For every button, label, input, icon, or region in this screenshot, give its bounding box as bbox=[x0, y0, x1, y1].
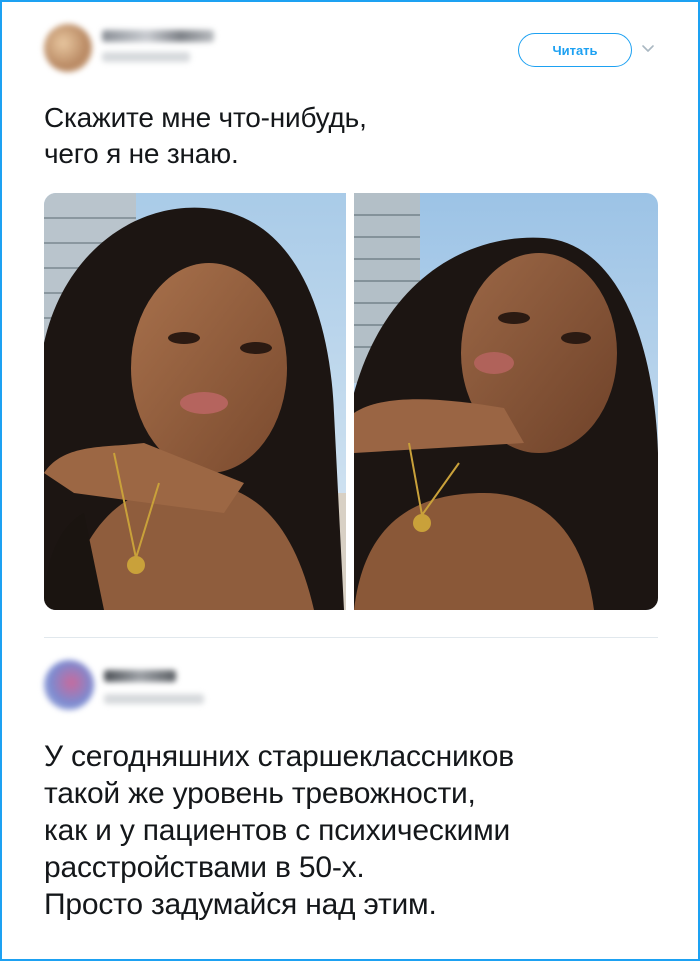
reply-text: У сегодняшних старшеклассников такой же … bbox=[44, 740, 515, 921]
tweet-author-name[interactable] bbox=[102, 30, 214, 42]
reply-author-handle bbox=[104, 694, 204, 704]
reply-author-name[interactable] bbox=[104, 670, 176, 682]
tweet-author-handle bbox=[102, 52, 190, 62]
tweet-photo-1[interactable] bbox=[44, 193, 346, 610]
chevron-down-icon[interactable] bbox=[640, 40, 656, 56]
follow-button[interactable]: Читать bbox=[518, 33, 632, 67]
tweet-photo-2[interactable] bbox=[354, 193, 658, 610]
reply-author-avatar[interactable] bbox=[44, 660, 94, 710]
tweet-text: Скажите мне что-нибудь, чего я не знаю. bbox=[44, 102, 367, 169]
tweet-author-avatar[interactable] bbox=[44, 24, 92, 72]
tweet-divider bbox=[44, 637, 658, 638]
